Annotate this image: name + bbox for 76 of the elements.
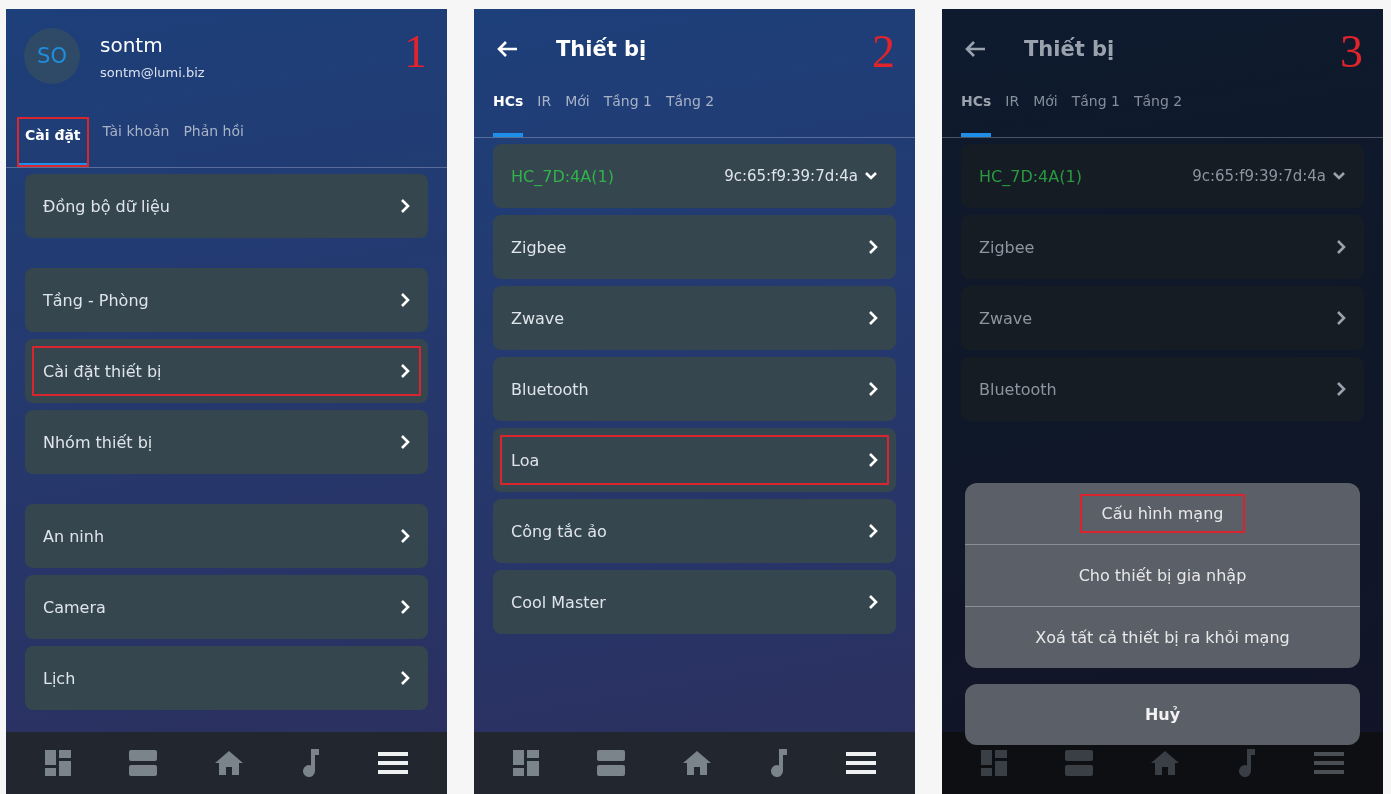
menu-item[interactable]: Đồng bộ dữ liệu	[25, 174, 428, 238]
chevron-down-icon	[864, 171, 878, 181]
panel-number: 2	[872, 25, 895, 78]
screen-title: Thiết bị	[1024, 37, 1115, 61]
dashboard-icon[interactable]	[513, 750, 540, 776]
tab[interactable]: Tầng 2	[1134, 93, 1183, 137]
chevron-right-icon	[400, 528, 410, 544]
menu-item[interactable]: Lịch	[25, 646, 428, 710]
menu-item[interactable]: Cool Master	[493, 570, 896, 634]
tab[interactable]: Tầng 1	[1071, 93, 1120, 137]
panel-number: 1	[404, 25, 427, 78]
chevron-right-icon	[868, 381, 878, 397]
tab[interactable]: Tầng 1	[603, 93, 652, 137]
menu-icon[interactable]	[845, 752, 876, 774]
menu-item[interactable]: An ninh	[25, 504, 428, 568]
mac-address: 9c:65:f9:39:7d:4a	[1192, 167, 1326, 185]
sheet-option[interactable]: Xoá tất cả thiết bị ra khỏi mạng	[1015, 620, 1310, 655]
chevron-right-icon	[868, 523, 878, 539]
menu-item[interactable]: Zigbee	[961, 215, 1364, 279]
sheet-option[interactable]: Cho thiết bị gia nhập	[1058, 558, 1267, 593]
sheet-option[interactable]: Cấu hình mạng	[1081, 496, 1244, 531]
music-note-icon[interactable]	[769, 749, 788, 777]
chevron-right-icon	[868, 452, 878, 468]
chevron-right-icon	[400, 363, 410, 379]
tab[interactable]: Mới	[1033, 93, 1058, 137]
chevron-right-icon	[400, 670, 410, 686]
menu-item[interactable]: Zigbee	[493, 215, 896, 279]
tab[interactable]: HCs	[961, 93, 992, 137]
screen-title: Thiết bị	[556, 37, 647, 61]
chevron-right-icon	[400, 599, 410, 615]
menu-item[interactable]: Công tắc ảo	[493, 499, 896, 563]
tab[interactable]: Mới	[565, 93, 590, 137]
menu-item[interactable]: Cài đặt thiết bị	[25, 339, 428, 403]
hub-row[interactable]: HC_7D:4A(1) 9c:65:f9:39:7d:4a	[493, 144, 896, 208]
chevron-right-icon	[1336, 239, 1346, 255]
panel-number: 3	[1340, 25, 1363, 78]
menu-item[interactable]: Camera	[25, 575, 428, 639]
back-arrow-icon[interactable]	[964, 40, 986, 58]
dashboard-icon[interactable]	[45, 750, 72, 776]
chevron-right-icon	[400, 434, 410, 450]
chevron-right-icon	[868, 239, 878, 255]
tab[interactable]: Tài khoản	[102, 123, 170, 167]
chevron-right-icon	[868, 594, 878, 610]
tab[interactable]: Cài đặt	[17, 117, 89, 167]
chevron-down-icon	[1332, 171, 1346, 181]
chevron-right-icon	[868, 310, 878, 326]
tab[interactable]: Phản hồi	[183, 123, 244, 167]
rows-icon[interactable]	[129, 750, 158, 776]
rows-icon[interactable]	[597, 750, 626, 776]
cancel-button[interactable]: Huỷ	[965, 684, 1360, 745]
home-icon[interactable]	[683, 751, 712, 775]
menu-item[interactable]: Zwave	[493, 286, 896, 350]
menu-item[interactable]: Loa	[493, 428, 896, 492]
menu-item[interactable]: Nhóm thiết bị	[25, 410, 428, 474]
user-name: sontm	[100, 32, 164, 57]
menu-item[interactable]: Zwave	[961, 286, 1364, 350]
menu-icon[interactable]	[377, 752, 408, 774]
hub-name: HC_7D:4A(1)	[511, 166, 614, 186]
mac-address: 9c:65:f9:39:7d:4a	[724, 167, 858, 185]
chevron-right-icon	[400, 198, 410, 214]
tab[interactable]: IR	[537, 93, 552, 137]
chevron-right-icon	[400, 292, 410, 308]
avatar: SO	[24, 28, 80, 84]
chevron-right-icon	[1336, 381, 1346, 397]
hub-row[interactable]: HC_7D:4A(1) 9c:65:f9:39:7d:4a	[961, 144, 1364, 208]
user-email: sontm@lumi.biz	[100, 64, 205, 80]
tab[interactable]: IR	[1005, 93, 1020, 137]
menu-item[interactable]: Bluetooth	[493, 357, 896, 421]
home-icon[interactable]	[215, 751, 244, 775]
chevron-right-icon	[1336, 310, 1346, 326]
hub-name: HC_7D:4A(1)	[979, 166, 1082, 186]
tab[interactable]: HCs	[493, 93, 524, 137]
menu-item[interactable]: Bluetooth	[961, 357, 1364, 421]
music-note-icon[interactable]	[301, 749, 320, 777]
tab[interactable]: Tầng 2	[666, 93, 715, 137]
menu-item[interactable]: Tầng - Phòng	[25, 268, 428, 332]
